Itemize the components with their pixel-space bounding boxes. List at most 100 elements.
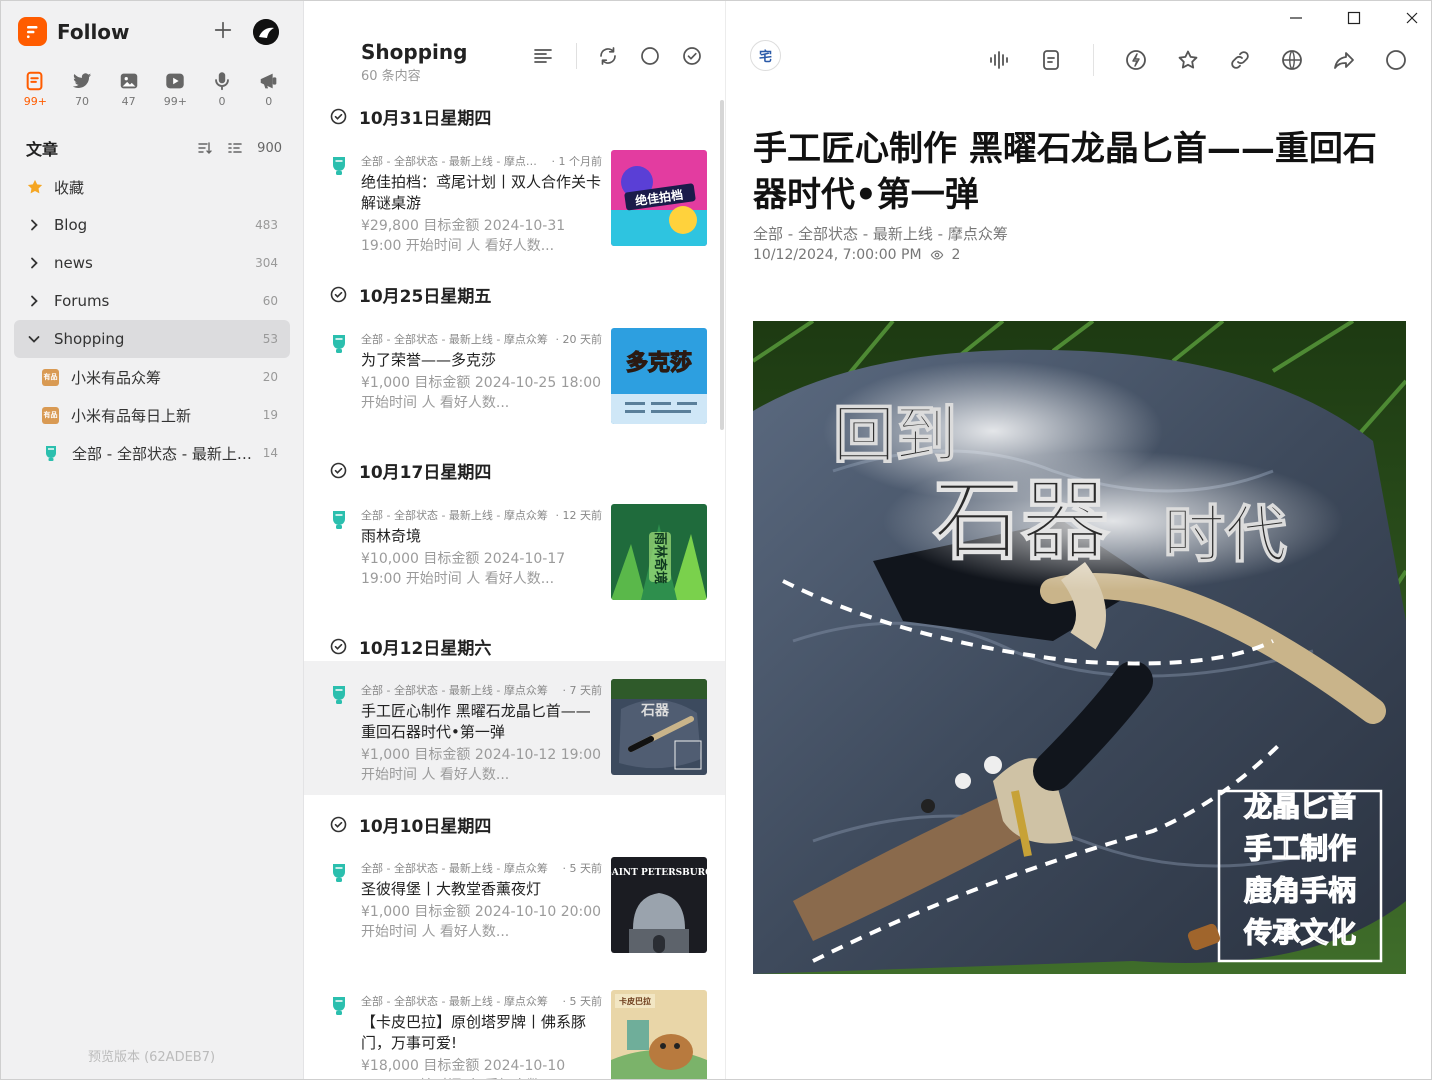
sidebar-item-starred[interactable]: 收藏	[14, 168, 290, 206]
sidebar-feed-xiaomi-daily[interactable]: 有品 小米有品每日上新 19	[14, 396, 290, 434]
filter-list-icon[interactable]	[227, 140, 243, 156]
entry-source: 全部 - 全部状态 - 最新上线 - 摩点众筹	[361, 509, 548, 522]
open-in-browser-icon[interactable]	[1280, 48, 1304, 72]
entry-source: 全部 - 全部状态 - 最新上线 - 摩点众筹	[361, 995, 548, 1008]
picture-icon	[120, 73, 137, 89]
sidebar-item-blog[interactable]: Blog 483	[14, 206, 290, 244]
day-header[interactable]: 10月31日星期四	[330, 104, 491, 129]
entry-time: · 5 天前	[562, 995, 603, 1008]
sidebar-feed-modian[interactable]: 全部 - 全部状态 - 最新上线 - 摩点众筹 14	[14, 434, 290, 472]
video-icon	[166, 73, 185, 89]
check-circle-icon	[330, 638, 347, 655]
entry-time: · 5 天前	[562, 862, 603, 875]
svg-text:卡皮巴拉: 卡皮巴拉	[619, 996, 651, 1006]
sidebar-item-news[interactable]: news 304	[14, 244, 290, 282]
list-item[interactable]: 全部 - 全部状态 - 最新上线 - 摩点众筹 · 12 天前 雨林奇境 ¥10,…	[304, 486, 725, 620]
youpin-feed-icon: 有品	[42, 368, 59, 386]
article-hero-image[interactable]: 回到 石器 时代 龙晶匕首 手工制作 鹿角手柄 传承文化	[753, 321, 1406, 974]
star-outline-icon[interactable]	[1176, 48, 1200, 72]
unread-only-icon[interactable]	[639, 45, 661, 67]
layout-list-icon[interactable]	[532, 45, 554, 67]
list-item[interactable]: 全部 - 全部状态 - 最新上线 - 摩点众筹 · 1 个月前 绝佳拍档：鸢尾计划…	[304, 132, 725, 266]
add-feed-button[interactable]	[212, 19, 234, 41]
view-count: 70	[75, 95, 89, 108]
brand[interactable]: Follow	[18, 17, 130, 46]
view-pictures[interactable]: 47	[105, 70, 152, 108]
view-social[interactable]: 70	[59, 70, 106, 108]
view-videos[interactable]: 99+	[152, 70, 199, 108]
maximize-button[interactable]	[1325, 8, 1383, 28]
view-count: 99+	[163, 95, 187, 108]
sort-icon[interactable]	[197, 140, 213, 156]
svg-text:传承文化: 传承文化	[1243, 916, 1356, 949]
view-articles[interactable]: 99+	[12, 70, 59, 108]
entry-title: 【卡皮巴拉】原创塔罗牌丨佛系豚门，万事可爱!	[361, 1013, 587, 1052]
version-label: 预览版本 (62ADEB7)	[87, 1050, 216, 1065]
view-switcher: 99+ 70 47 99+ 0 0	[12, 70, 292, 108]
refresh-icon[interactable]	[597, 45, 619, 67]
day-header[interactable]: 10月25日星期五	[330, 282, 491, 307]
entry-time: · 7 天前	[562, 684, 603, 697]
list-item[interactable]: 全部 - 全部状态 - 最新上线 - 摩点众筹 · 5 天前 【卡皮巴拉】原创塔罗…	[304, 972, 725, 1080]
reader-toolbar	[987, 44, 1408, 76]
sidebar-item-label: news	[54, 254, 93, 272]
list-toolbar	[532, 43, 703, 69]
unread-count: 20	[262, 370, 278, 384]
entry-meta: 全部 - 全部状态 - 最新上线 - 摩点众筹 · 12 天前	[361, 507, 602, 523]
entry-time: · 20 天前	[555, 333, 603, 346]
svg-text:龙晶匕首: 龙晶匕首	[1244, 790, 1356, 823]
svg-text:回到: 回到	[833, 398, 957, 471]
sidebar-item-label: 小米有品每日上新	[71, 406, 192, 425]
minimize-button[interactable]	[1267, 8, 1325, 28]
list-item[interactable]: 全部 - 全部状态 - 最新上线 - 摩点众筹 · 20 天前 为了荣誉——多克莎…	[304, 310, 725, 444]
modian-feed-icon	[46, 446, 56, 461]
day-header[interactable]: 10月17日星期四	[330, 458, 491, 483]
list-subtitle: 60 条内容	[361, 69, 421, 84]
feed-nav: 收藏 Blog 483 news 304 Forums 60 Shopping …	[14, 168, 290, 472]
minimize-icon	[1290, 17, 1302, 19]
mark-unread-icon[interactable]	[1384, 48, 1408, 72]
unread-count: 60	[262, 294, 278, 308]
close-button[interactable]	[1383, 8, 1432, 28]
copy-link-icon[interactable]	[1228, 48, 1252, 72]
svg-text:时代: 时代	[1163, 498, 1287, 571]
entry-time: · 1 个月前	[551, 155, 603, 168]
article-source[interactable]: 全部 - 全部状态 - 最新上线 - 摩点众筹	[753, 223, 1008, 244]
sidebar-item-label: Blog	[54, 216, 88, 234]
list-item[interactable]: 全部 - 全部状态 - 最新上线 - 摩点众筹 · 5 天前 圣彼得堡丨大教堂香薰…	[304, 839, 725, 973]
sidebar-item-forums[interactable]: Forums 60	[14, 282, 290, 320]
unread-count: 304	[255, 256, 278, 270]
entry-thumbnail: 绝佳拍档	[611, 150, 707, 246]
modian-feed-icon	[333, 997, 345, 1015]
entry-title: 绝佳拍档：鸢尾计划丨双人合作关卡解谜桌游	[361, 173, 602, 212]
sidebar-item-shopping[interactable]: Shopping 53	[14, 320, 290, 358]
site-favicon[interactable]: 宅	[750, 40, 781, 71]
unread-count: 19	[262, 408, 278, 422]
check-circle-icon	[330, 108, 347, 125]
summary-icon[interactable]	[1039, 48, 1063, 72]
unread-count: 53	[262, 332, 278, 346]
user-avatar[interactable]	[253, 19, 279, 45]
sidebar-item-label: 全部 - 全部状态 - 最新上线 - 摩点众筹	[72, 444, 252, 463]
entry-meta: 全部 - 全部状态 - 最新上线 - 摩点众筹 · 5 天前	[361, 993, 602, 1009]
view-notifications[interactable]: 0	[245, 70, 292, 108]
day-header[interactable]: 10月10日星期四	[330, 812, 491, 837]
text-to-speech-icon[interactable]	[987, 48, 1011, 72]
svg-text:鹿角手柄: 鹿角手柄	[1244, 874, 1356, 907]
list-item-selected[interactable]: 全部 - 全部状态 - 最新上线 - 摩点众筹 · 7 天前 手工匠心制作 黑曜石…	[304, 661, 725, 795]
mark-all-read-icon[interactable]	[681, 45, 703, 67]
svg-text:多克莎: 多克莎	[626, 350, 692, 376]
sidebar-feed-xiaomi-crowdfunding[interactable]: 有品 小米有品众筹 20	[14, 358, 290, 396]
day-header[interactable]: 10月12日星期六	[330, 634, 491, 659]
entry-thumbnail: 石器	[611, 679, 707, 775]
view-count: 0	[218, 95, 226, 108]
share-icon[interactable]	[1332, 48, 1356, 72]
entry-thumbnail: 多克莎	[611, 328, 707, 424]
entry-list: Shopping 60 条内容 10月31日星期四 全部 - 全部状态 - 最新…	[304, 0, 726, 1080]
entry-thumbnail: 雨林奇境	[611, 504, 707, 600]
boost-icon[interactable]	[1124, 48, 1148, 72]
modian-feed-icon	[333, 864, 345, 882]
view-audio[interactable]: 0	[199, 70, 246, 108]
star-icon	[27, 179, 43, 194]
modian-feed-icon	[333, 157, 345, 175]
